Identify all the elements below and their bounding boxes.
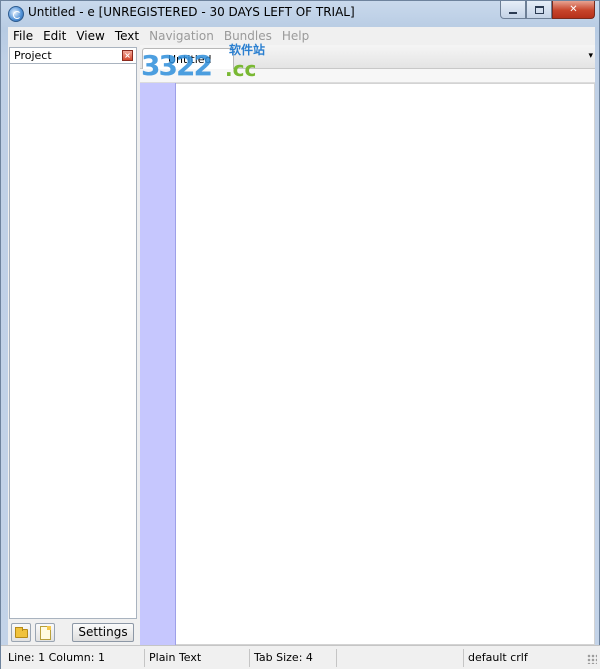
window-title: Untitled - e [UNREGISTERED - 30 DAYS LEF…: [28, 5, 355, 19]
editor-area: Untitled ▾: [140, 45, 595, 645]
new-file-button[interactable]: [35, 623, 55, 642]
menu-view[interactable]: View: [71, 28, 109, 44]
app-window: Untitled - e [UNREGISTERED - 30 DAYS LEF…: [0, 0, 600, 669]
close-button[interactable]: ✕: [552, 1, 595, 19]
status-encoding[interactable]: default crlf: [465, 649, 583, 667]
maximize-icon: [534, 5, 544, 14]
status-tab-size[interactable]: Tab Size: 4: [251, 649, 337, 667]
tab-strip: Untitled ▾: [140, 45, 595, 69]
open-folder-button[interactable]: [11, 623, 31, 642]
menu-edit[interactable]: Edit: [38, 28, 71, 44]
file-icon: [40, 626, 51, 640]
folder-icon: [15, 627, 28, 638]
tab-dropdown-icon[interactable]: ▾: [588, 51, 593, 61]
client-area: Project × Settings Untitled ▾: [8, 45, 595, 645]
settings-button[interactable]: Settings: [72, 623, 134, 642]
close-icon: ✕: [569, 4, 578, 15]
status-cursor-position: Line: 1 Column: 1: [5, 649, 145, 667]
status-bar: Line: 1 Column: 1 Plain Text Tab Size: 4…: [1, 645, 600, 669]
menu-help[interactable]: Help: [277, 28, 314, 44]
project-tree[interactable]: [9, 64, 137, 619]
project-panel: Project × Settings: [8, 45, 138, 645]
ruler: [140, 69, 595, 83]
tab-untitled[interactable]: Untitled: [142, 48, 234, 69]
menu-file[interactable]: File: [8, 28, 38, 44]
line-gutter[interactable]: [140, 83, 176, 645]
project-toolbar: Settings: [8, 619, 138, 645]
minimize-icon: [509, 11, 517, 14]
menu-navigation[interactable]: Navigation: [144, 28, 219, 44]
maximize-button[interactable]: [526, 1, 552, 19]
tab-label: Untitled: [168, 53, 212, 66]
menu-bar: File Edit View Text Navigation Bundles H…: [8, 27, 595, 45]
text-editor[interactable]: [176, 83, 595, 645]
app-icon: [8, 6, 24, 22]
status-spacer: [338, 649, 464, 667]
project-panel-header: Project ×: [9, 47, 137, 64]
resize-grip-icon[interactable]: [587, 654, 597, 664]
menu-bundles[interactable]: Bundles: [219, 28, 277, 44]
status-syntax[interactable]: Plain Text: [146, 649, 250, 667]
menu-text[interactable]: Text: [110, 28, 144, 44]
minimize-button[interactable]: [500, 1, 526, 19]
title-bar[interactable]: Untitled - e [UNREGISTERED - 30 DAYS LEF…: [1, 1, 600, 27]
window-controls: ✕: [500, 1, 595, 19]
panel-close-icon[interactable]: ×: [122, 50, 133, 61]
project-panel-title: Project: [14, 49, 52, 62]
